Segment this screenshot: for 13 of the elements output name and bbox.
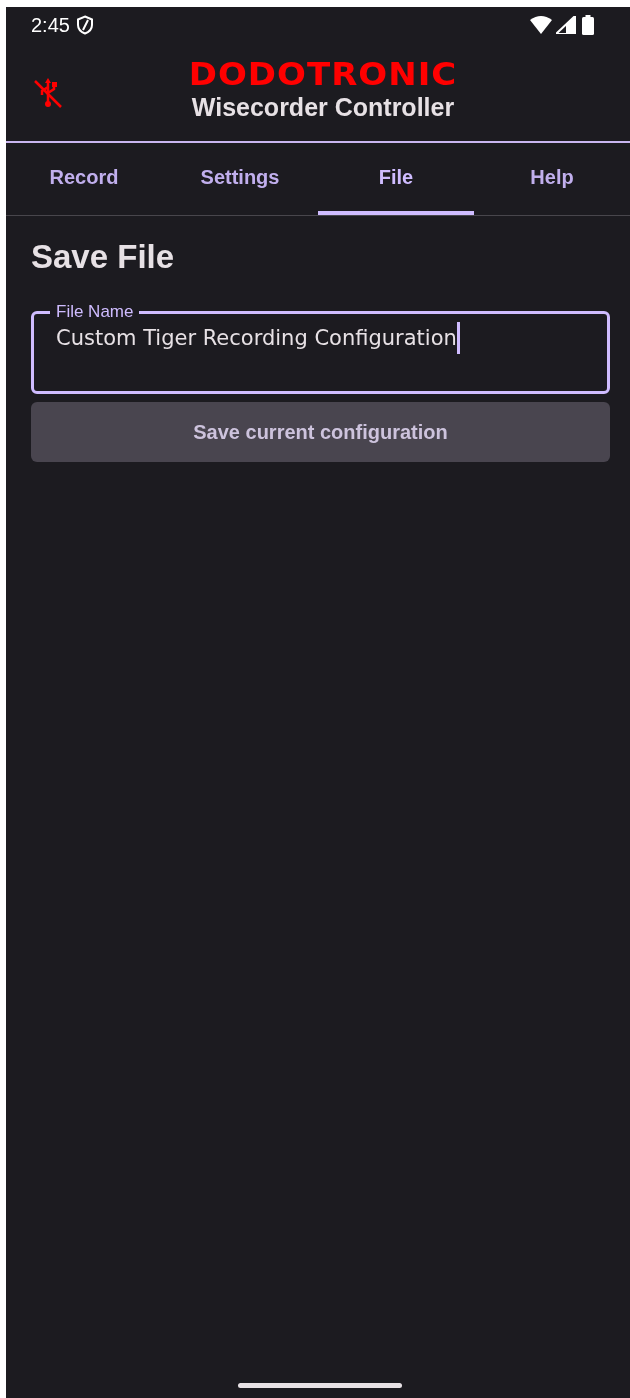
section-title: Save File: [31, 238, 176, 276]
file-name-field[interactable]: File Name Custom Tiger Recording Configuration: [31, 302, 610, 394]
status-time: 2:45: [31, 13, 70, 37]
tab[interactable]: Record: [6, 143, 162, 215]
app-title: Wisecorder Controller: [191, 92, 455, 122]
tab[interactable]: File: [318, 143, 474, 215]
signal-icon: [556, 16, 576, 34]
battery-icon: [582, 15, 594, 35]
tab[interactable]: Settings: [162, 143, 318, 215]
wifi-icon: [530, 16, 552, 34]
tab[interactable]: Help: [474, 143, 630, 215]
shield-icon: [75, 15, 94, 35]
brand-logo: DODOTRONIC: [188, 56, 458, 92]
